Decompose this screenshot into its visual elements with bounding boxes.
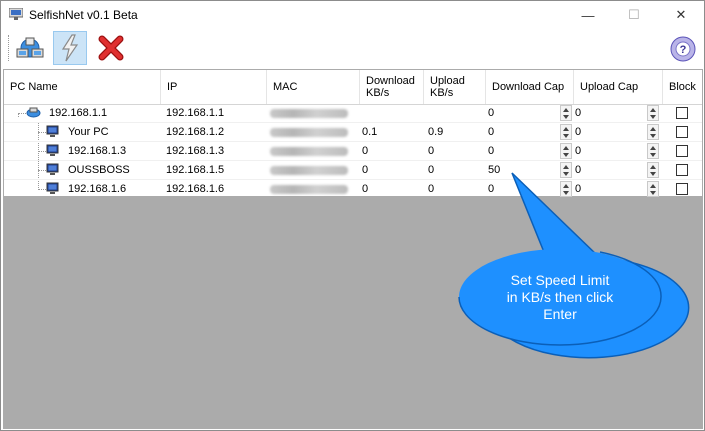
upload-cap-spinner[interactable] <box>647 124 659 140</box>
column-header-download[interactable]: Download KB/s <box>360 70 424 104</box>
table-row[interactable]: 192.168.1.1 192.168.1.1 0 0 <box>4 104 702 123</box>
minimize-button[interactable]: — <box>565 1 611 29</box>
download-cap-spinner[interactable] <box>560 105 572 121</box>
pc-name-cell: 192.168.1.1 <box>49 107 108 119</box>
hosts-table: PC Name IP MAC Download KB/s Upload KB/s… <box>3 69 703 199</box>
toolbar-grip <box>8 35 11 61</box>
maximize-button[interactable]: ☐ <box>611 1 657 29</box>
block-checkbox[interactable] <box>676 145 688 157</box>
ip-cell: 192.168.1.2 <box>166 126 225 138</box>
mac-cell-redacted <box>270 109 348 118</box>
callout-line: Enter <box>543 306 577 322</box>
help-button[interactable]: ? <box>669 35 697 63</box>
table-row[interactable]: OUSSBOSS 192.168.1.5 0 0 50 0 <box>4 161 702 180</box>
app-window: SelfishNet v0.1 Beta — ☐ ✕ ? PC Name IP … <box>0 0 705 431</box>
mac-cell-redacted <box>270 147 348 156</box>
ip-cell: 192.168.1.5 <box>166 164 225 176</box>
download-rate-cell: 0 <box>362 164 369 176</box>
table-row[interactable]: 192.168.1.3 192.168.1.3 0 0 0 0 <box>4 142 702 161</box>
upload-rate-cell: 0 <box>428 183 435 195</box>
app-icon <box>9 8 23 20</box>
upload-cap-spinner[interactable] <box>647 181 659 197</box>
upload-cap-input[interactable]: 0 <box>575 161 581 179</box>
column-header-ip[interactable]: IP <box>161 70 267 104</box>
column-header-download-cap[interactable]: Download Cap <box>486 70 574 104</box>
upload-cap-spinner[interactable] <box>647 143 659 159</box>
mac-cell-redacted <box>270 166 348 175</box>
computer-icon <box>46 163 59 175</box>
download-cap-spinner[interactable] <box>560 181 572 197</box>
block-checkbox[interactable] <box>676 126 688 138</box>
upload-rate-cell: 0.9 <box>428 126 444 138</box>
upload-cap-spinner[interactable] <box>647 105 659 121</box>
computer-icon <box>46 144 59 156</box>
download-cap-spinner[interactable] <box>560 162 572 178</box>
red-x-icon <box>98 35 124 61</box>
pc-name-cell: OUSSBOSS <box>68 164 130 176</box>
scan-network-button[interactable] <box>13 31 47 65</box>
ip-cell: 192.168.1.6 <box>166 183 225 195</box>
upload-cap-input[interactable]: 0 <box>575 123 581 141</box>
start-button[interactable] <box>53 31 87 65</box>
download-rate-cell: 0 <box>362 183 369 195</box>
column-header-pc-name[interactable]: PC Name <box>4 70 161 104</box>
upload-cap-input[interactable]: 0 <box>575 104 581 122</box>
mac-cell-redacted <box>270 185 348 194</box>
callout-text: Set Speed Limit in KB/s then click Enter <box>470 272 650 323</box>
computer-icon <box>46 182 59 194</box>
upload-rate-cell: 0 <box>428 164 435 176</box>
download-cap-input[interactable]: 50 <box>488 161 500 179</box>
download-cap-spinner[interactable] <box>560 143 572 159</box>
download-cap-input[interactable]: 0 <box>488 142 494 160</box>
download-rate-cell: 0.1 <box>362 126 378 138</box>
download-cap-spinner[interactable] <box>560 124 572 140</box>
table-row[interactable]: Your PC 192.168.1.2 0.1 0.9 0 0 <box>4 123 702 142</box>
ip-cell: 192.168.1.1 <box>166 107 225 119</box>
callout-line: in KB/s then click <box>506 289 614 305</box>
network-scan-icon <box>16 37 44 58</box>
block-checkbox[interactable] <box>676 164 688 176</box>
stop-button[interactable] <box>94 31 128 65</box>
close-button[interactable]: ✕ <box>658 1 704 29</box>
upload-cap-input[interactable]: 0 <box>575 142 581 160</box>
lightning-icon <box>61 34 79 62</box>
download-cap-input[interactable]: 0 <box>488 104 494 122</box>
download-cap-input[interactable]: 0 <box>488 180 494 198</box>
upload-cap-spinner[interactable] <box>647 162 659 178</box>
download-rate-cell: 0 <box>362 145 369 157</box>
block-checkbox[interactable] <box>676 183 688 195</box>
download-cap-input[interactable]: 0 <box>488 123 494 141</box>
column-header-block[interactable]: Block <box>663 70 702 104</box>
title-bar: SelfishNet v0.1 Beta — ☐ ✕ <box>1 1 704 29</box>
table-header: PC Name IP MAC Download KB/s Upload KB/s… <box>4 70 702 105</box>
window-title: SelfishNet v0.1 Beta <box>29 8 138 22</box>
router-icon <box>26 107 41 118</box>
upload-rate-cell: 0 <box>428 145 435 157</box>
help-disc-icon: ? <box>670 36 696 62</box>
column-header-mac[interactable]: MAC <box>267 70 360 104</box>
pc-name-cell: Your PC <box>68 126 109 138</box>
svg-text:?: ? <box>680 44 687 56</box>
upload-cap-input[interactable]: 0 <box>575 180 581 198</box>
column-header-upload[interactable]: Upload KB/s <box>424 70 486 104</box>
block-checkbox[interactable] <box>676 107 688 119</box>
ip-cell: 192.168.1.3 <box>166 145 225 157</box>
callout-line: Set Speed Limit <box>510 272 610 288</box>
pc-name-cell: 192.168.1.6 <box>68 183 127 195</box>
toolbar: ? <box>1 29 704 67</box>
computer-icon <box>46 125 59 137</box>
mac-cell-redacted <box>270 128 348 137</box>
column-header-upload-cap[interactable]: Upload Cap <box>574 70 663 104</box>
pc-name-cell: 192.168.1.3 <box>68 145 127 157</box>
